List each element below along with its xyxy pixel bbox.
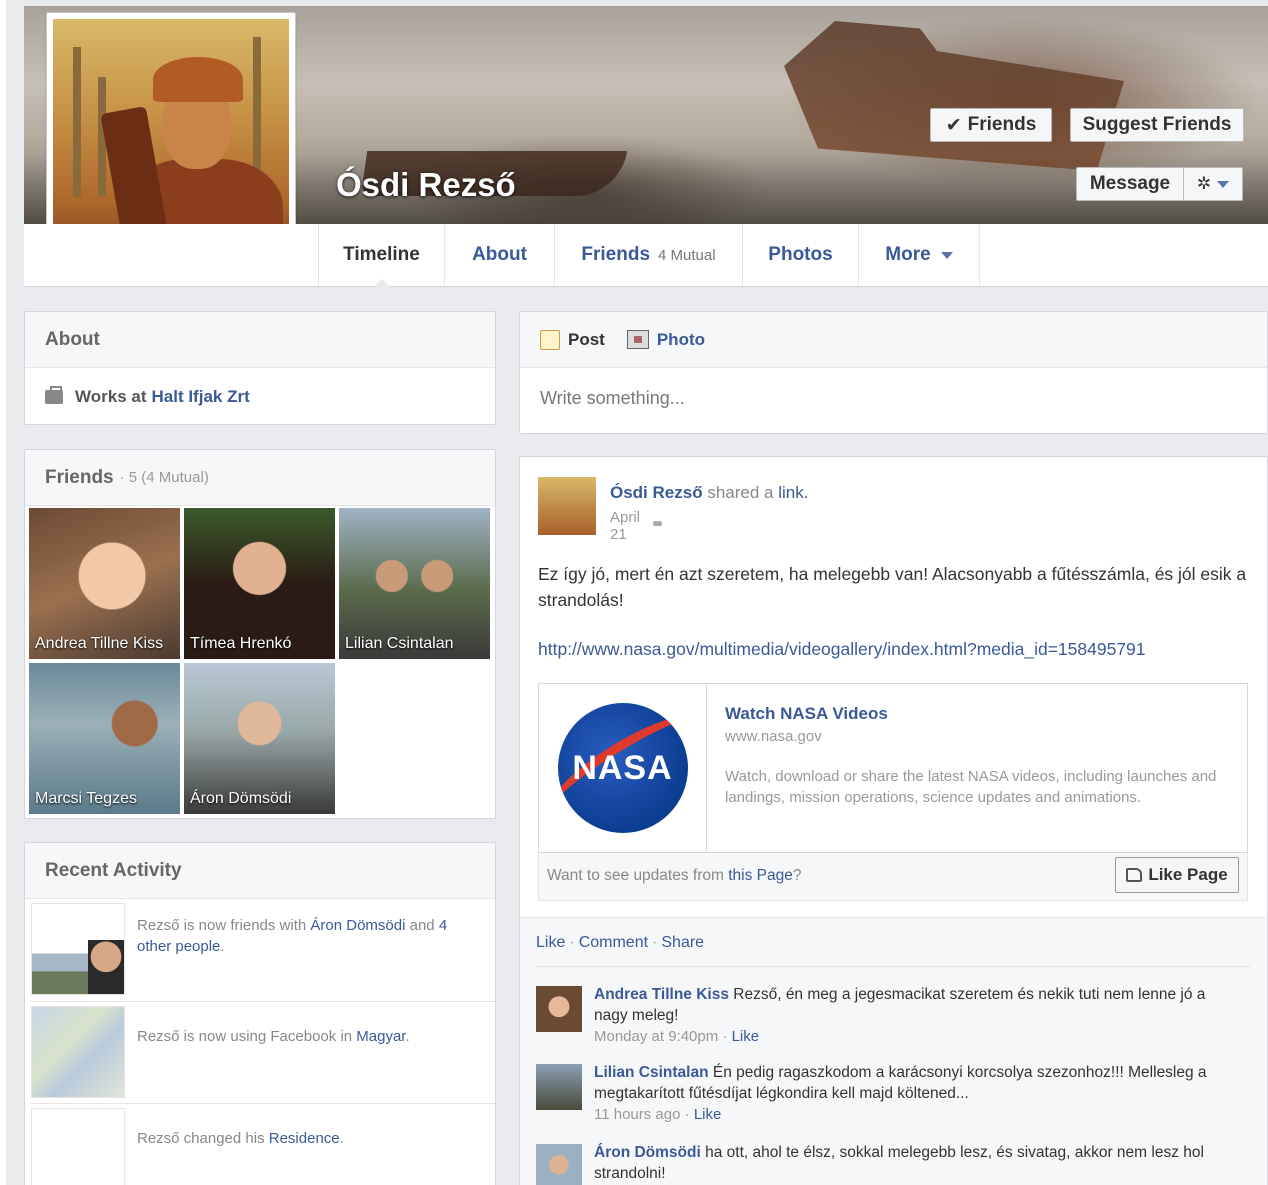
friend-tile[interactable]: Marcsi Tegzes [29,663,180,814]
tab-about[interactable]: About [444,224,554,286]
friends-count: · 5 (4 Mutual) [119,469,209,486]
friend-tile[interactable]: Andrea Tillne Kiss [29,508,180,659]
status-note-icon [540,329,560,350]
friends-button[interactable]: ✔ Friends [930,108,1052,142]
company-link[interactable]: Halt Ifjak Zrt [152,387,250,407]
post-url-link[interactable]: http://www.nasa.gov/multimedia/videogall… [538,639,1146,660]
friend-tile[interactable]: Lilian Csintalan [339,508,490,659]
recent-activity-title: Recent Activity [25,843,495,899]
friends-card-title[interactable]: Friends [45,467,114,489]
commenter-avatar[interactable] [536,1064,582,1110]
recent-activity-card: Recent Activity Rezső is now friends wit… [24,842,496,1185]
link-preview-title[interactable]: Watch NASA Videos [725,704,888,724]
commenter-name[interactable]: Lilian Csintalan [594,1064,709,1081]
nasa-logo: NASA [557,703,688,833]
link-preview-description: Watch, download or share the latest NASA… [725,768,1217,806]
profile-name: Ósdi Rezső [336,166,516,203]
tab-friends[interactable]: Friends 4 Mutual [554,224,742,286]
map-thumbnail[interactable] [31,1006,125,1098]
composer-card: Post Photo Write something... [519,311,1268,434]
friends-privacy-icon[interactable] [652,520,663,532]
post-timestamp[interactable]: April 21 [610,509,645,543]
post-text: Ez így jó, mert én azt szeretem, ha mele… [538,564,1247,610]
hard-hat [153,57,243,102]
chevron-down-icon [940,251,953,259]
facebook-timeline-page: Ósdi Rezső ✔ Friends Suggest Friends Mes… [6,0,1268,1185]
commenter-avatar[interactable] [536,1144,582,1185]
page-like-prompt: Want to see updates from this Page? Like… [538,853,1248,901]
activity-thumbnail[interactable] [31,1108,125,1185]
about-card: About Works at Halt Ifjak Zrt [24,311,496,425]
like-link[interactable]: Like [536,934,565,951]
settings-dropdown-button[interactable]: ✲ [1183,167,1243,201]
message-button[interactable]: Message [1076,167,1184,201]
post-author-avatar[interactable] [538,477,596,535]
commenter-avatar[interactable] [536,986,582,1032]
comment-time[interactable]: Monday at 9:40pm [594,1028,718,1045]
activity-item: Rezső changed his Residence. [29,1103,495,1185]
share-link[interactable]: Share [661,934,704,951]
about-card-title[interactable]: About [25,312,495,368]
comment-like-link[interactable]: Like [694,1106,722,1123]
comment-time[interactable]: 11 hours ago [594,1106,680,1123]
tab-more[interactable]: More [858,224,980,286]
comment-like-link[interactable]: Like [732,1028,760,1045]
composer-post-tab[interactable]: Post [540,329,605,350]
activity-item: Rezső is now using Facebook in Magyar. [29,1001,495,1099]
post-author-link[interactable]: Ósdi Rezső [610,483,703,502]
checkmark-icon: ✔ [945,114,962,136]
cover-ship-large [784,21,1124,171]
composer-photo-tab[interactable]: Photo [626,330,705,350]
this-page-link[interactable]: this Page [728,867,793,884]
friends-card: Friends · 5 (4 Mutual) Andrea Tillne Kis… [24,449,496,819]
friend-tile[interactable]: Tímea Hrenkó [184,508,335,659]
link-preview[interactable]: NASA Watch NASA Videos www.nasa.gov Watc… [538,683,1248,853]
commenter-name[interactable]: Áron Dömsödi [594,1144,701,1161]
photo-icon [626,330,649,349]
work-info: Works at Halt Ifjak Zrt [25,368,495,424]
activity-item: Rezső is now friends with Áron Dömsödi a… [29,899,495,997]
write-something-input[interactable]: Write something... [520,368,1267,429]
post-actions-area: Like · Comment · Share Andrea Tillne Kiss Re… [520,917,1266,1185]
timeline-post: Ósdi Rezső shared a link. April 21 Ez íg… [519,456,1268,1185]
friend-tile[interactable]: Áron Dömsödi [184,663,335,814]
thumbs-up-icon [1126,868,1143,882]
chevron-down-icon [1217,180,1230,188]
suggest-friends-button[interactable]: Suggest Friends [1070,108,1244,142]
profile-tab-bar: Timeline About Friends 4 Mutual Photos M… [24,224,1268,287]
activity-thumbnail[interactable] [31,903,125,995]
shared-link[interactable]: link. [778,483,808,502]
gear-icon: ✲ [1196,174,1212,193]
commenter-name[interactable]: Andrea Tillne Kiss [594,986,729,1003]
tab-photos[interactable]: Photos [742,224,858,286]
comment-link[interactable]: Comment [579,934,648,951]
briefcase-icon [45,386,63,404]
tab-timeline[interactable]: Timeline [318,224,444,287]
like-page-button[interactable]: Like Page [1115,857,1239,893]
link-preview-domain: www.nasa.gov [725,728,822,745]
